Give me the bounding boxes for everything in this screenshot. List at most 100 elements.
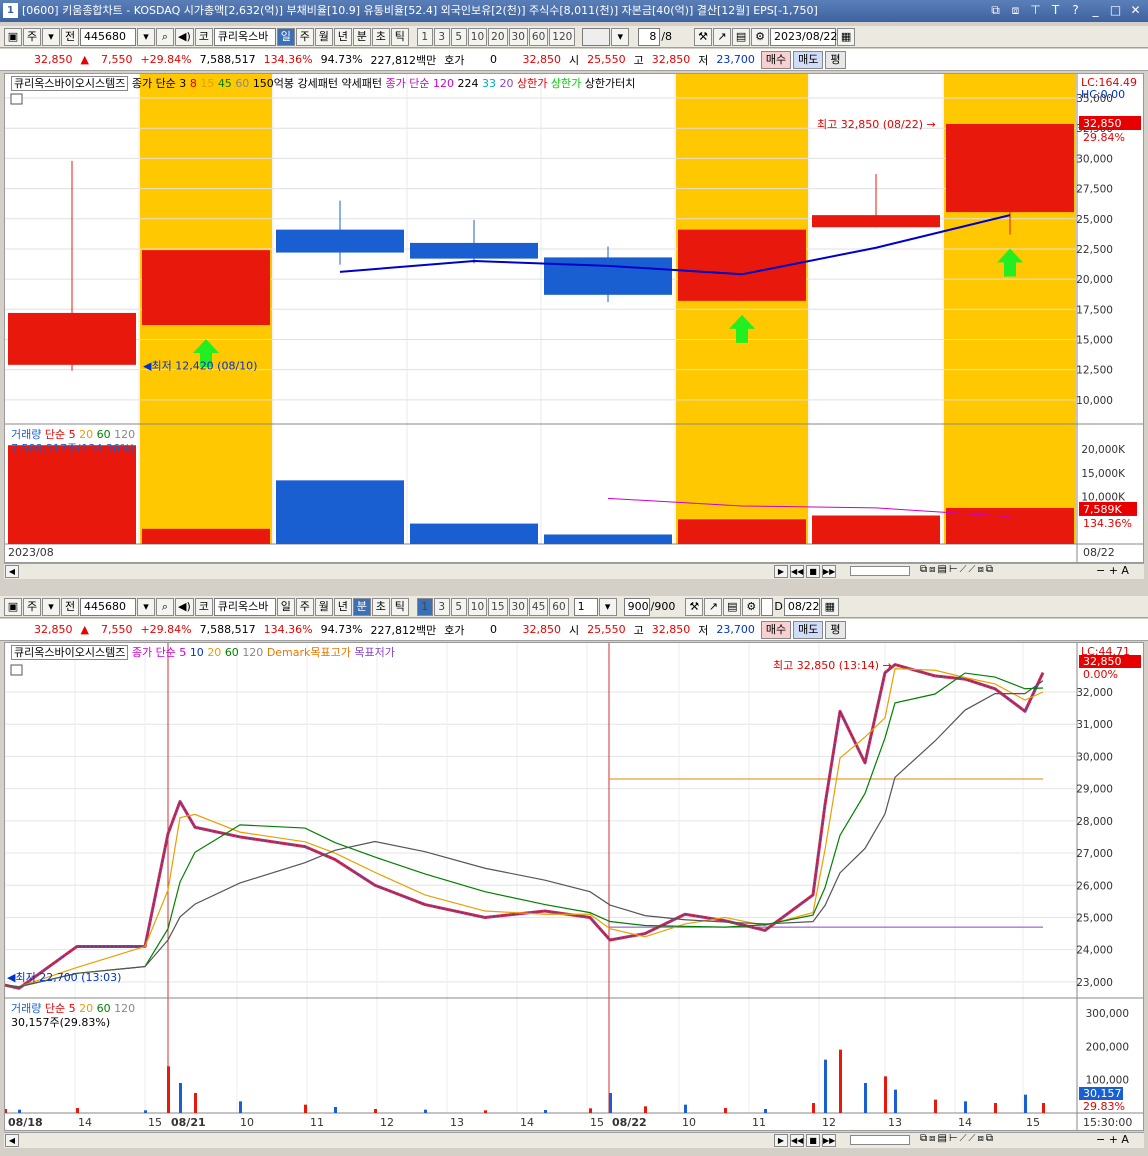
prev-button[interactable]: 전 — [61, 27, 79, 46]
chevron-down-icon[interactable]: ▾ — [137, 27, 155, 46]
zoom-icons[interactable]: − + A — [1096, 1133, 1129, 1146]
bottom-chart-area[interactable]: 32,000 31,000 30,000 29,000 28,000 27,000 26,0… — [4, 642, 1144, 1131]
prev-button[interactable]: 전 — [61, 597, 79, 616]
tab-year[interactable]: 년 — [333, 597, 352, 616]
interval-button[interactable]: 30 — [508, 27, 528, 46]
date-input[interactable]: 08/22 — [783, 597, 820, 616]
chevron-down-icon[interactable]: ▾ — [42, 597, 60, 616]
tools-icon[interactable]: ⚒ — [694, 27, 713, 46]
scroll-left-icon[interactable]: ◀ — [5, 565, 19, 578]
interval-button[interactable]: 10 — [467, 597, 488, 616]
tab-week[interactable]: 주 — [295, 27, 314, 46]
pin-icon[interactable]: ⊤ — [1027, 2, 1044, 19]
maximize-icon[interactable]: □ — [1107, 2, 1124, 19]
zoom-icons[interactable]: − + A — [1096, 564, 1129, 577]
minimize-icon[interactable]: _ — [1087, 2, 1104, 19]
scroll-right-icon[interactable]: ▶ — [774, 565, 788, 578]
cascade-icon[interactable]: ⧈ — [1007, 2, 1024, 19]
unit-input[interactable]: 1 — [573, 597, 598, 616]
interval-button[interactable]: 1 — [416, 27, 433, 46]
tab-minute[interactable]: 분 — [352, 27, 371, 46]
tab-tick[interactable]: 틱 — [390, 597, 409, 616]
stock-name-label[interactable]: 큐리옥스바이오시스템즈 — [11, 645, 129, 660]
chevron-down-icon[interactable]: ▾ — [42, 27, 60, 46]
top-scrollbar[interactable]: ◀ ▶ ◀◀ ■ ▶▶ ⧉⧈▤⊢⟋⟋⧈⧉ − + A — [4, 563, 1144, 579]
calendar-icon[interactable]: ▦ — [820, 597, 839, 616]
chart-tools-icons[interactable]: ⧉⧈▤⊢⟋⟋⧈⧉ — [920, 1133, 995, 1144]
stop-icon[interactable]: ■ — [806, 1134, 820, 1147]
period-select[interactable]: 주 — [23, 597, 41, 616]
help-icon[interactable]: ? — [1067, 2, 1084, 19]
interval-button[interactable]: 15 — [488, 597, 508, 616]
tab-tick[interactable]: 틱 — [390, 27, 409, 46]
search-icon[interactable]: ⌕ — [156, 597, 174, 616]
interval-button[interactable]: 5 — [450, 597, 467, 616]
unit-input[interactable] — [582, 27, 611, 46]
date-input[interactable]: 2023/08/22 — [770, 27, 837, 46]
interval-button[interactable]: 5 — [450, 27, 467, 46]
chevron-down-icon[interactable]: ▾ — [611, 27, 630, 46]
interval-button[interactable]: 3 — [433, 27, 450, 46]
avg-button[interactable]: 평 — [825, 50, 846, 69]
search-icon[interactable]: ⌕ — [156, 27, 174, 46]
speaker-icon[interactable]: ◀) — [175, 597, 194, 616]
interval-button[interactable]: 30 — [508, 597, 528, 616]
count-input[interactable]: 8 — [638, 27, 661, 46]
tab-second[interactable]: 초 — [371, 27, 390, 46]
save-icon[interactable]: ▤ — [723, 597, 742, 616]
tab-month[interactable]: 월 — [314, 27, 333, 46]
tab-minute[interactable]: 분 — [352, 597, 371, 616]
settings-icon[interactable]: ⚙ — [742, 597, 761, 616]
sell-button[interactable]: 매도 — [793, 50, 824, 69]
stop-icon[interactable]: ■ — [806, 565, 820, 578]
speaker-icon[interactable]: ◀) — [175, 27, 194, 46]
tab-month[interactable]: 월 — [314, 597, 333, 616]
scroll-right-icon[interactable]: ▶ — [774, 1134, 788, 1147]
interval-button[interactable]: 20 — [488, 27, 508, 46]
interval-button[interactable]: 3 — [433, 597, 450, 616]
save-icon[interactable]: ▤ — [732, 27, 751, 46]
tab-day[interactable]: 일 — [276, 597, 295, 616]
tab-second[interactable]: 초 — [371, 597, 390, 616]
stock-code-input[interactable]: 445680 — [80, 597, 136, 616]
close-icon[interactable]: ✕ — [1127, 2, 1144, 19]
rewind-icon[interactable]: ◀◀ — [790, 565, 804, 578]
interval-button[interactable]: 60 — [528, 27, 549, 46]
chart-tools-icons[interactable]: ⧉⧈▤⊢⟋⟋⧈⧉ — [920, 564, 995, 575]
buy-button[interactable]: 매수 — [760, 50, 792, 69]
zoom-slider[interactable] — [850, 1135, 910, 1145]
tab-year[interactable]: 년 — [333, 27, 352, 46]
period-select[interactable]: 주 — [23, 27, 41, 46]
chevron-down-icon[interactable]: ▾ — [598, 597, 617, 616]
interval-button[interactable]: 1 — [416, 597, 433, 616]
avg-button[interactable]: 평 — [825, 620, 846, 639]
rewind-icon[interactable]: ◀◀ — [790, 1134, 804, 1147]
tile-icon[interactable]: ⧉ — [987, 2, 1004, 19]
stock-name-label[interactable]: 큐리옥스바이오시스템즈 — [11, 76, 129, 91]
tab-week[interactable]: 주 — [295, 597, 314, 616]
panel-icon[interactable]: ▣ — [4, 27, 22, 46]
draw-icon[interactable]: ↗ — [713, 27, 732, 46]
count-input[interactable]: 900 — [623, 597, 650, 616]
font-icon[interactable]: T — [1047, 2, 1064, 19]
stock-code-input[interactable]: 445680 — [80, 27, 136, 46]
interval-button[interactable]: 10 — [467, 27, 488, 46]
interval-button[interactable]: 120 — [549, 27, 576, 46]
daily-candle-chart[interactable]: 35,00032,50030,00027,50025,00022,50020,0… — [5, 74, 1143, 562]
forward-icon[interactable]: ▶▶ — [822, 565, 836, 578]
settings-icon[interactable]: ⚙ — [751, 27, 770, 46]
calendar-icon[interactable]: ▦ — [837, 27, 856, 46]
bottom-scrollbar[interactable]: ◀ ▶ ◀◀ ■ ▶▶ ⧉⧈▤⊢⟋⟋⧈⧉ − + A — [4, 1132, 1144, 1148]
interval-button[interactable]: 60 — [549, 597, 569, 616]
minute-line-chart[interactable]: 32,000 31,000 30,000 29,000 28,000 27,000 26,0… — [4, 643, 1143, 1130]
top-chart-area[interactable]: 35,00032,50030,00027,50025,00022,50020,0… — [4, 73, 1144, 563]
draw-icon[interactable]: ↗ — [704, 597, 723, 616]
stock-name-field[interactable]: 큐리옥스바 — [213, 27, 276, 46]
tab-day[interactable]: 일 — [276, 27, 295, 46]
app-icon[interactable]: 1 — [3, 3, 18, 18]
sell-button[interactable]: 매도 — [793, 620, 824, 639]
forward-icon[interactable]: ▶▶ — [822, 1134, 836, 1147]
interval-button[interactable]: 45 — [528, 597, 549, 616]
buy-button[interactable]: 매수 — [760, 620, 792, 639]
tools-icon[interactable]: ⚒ — [685, 597, 704, 616]
